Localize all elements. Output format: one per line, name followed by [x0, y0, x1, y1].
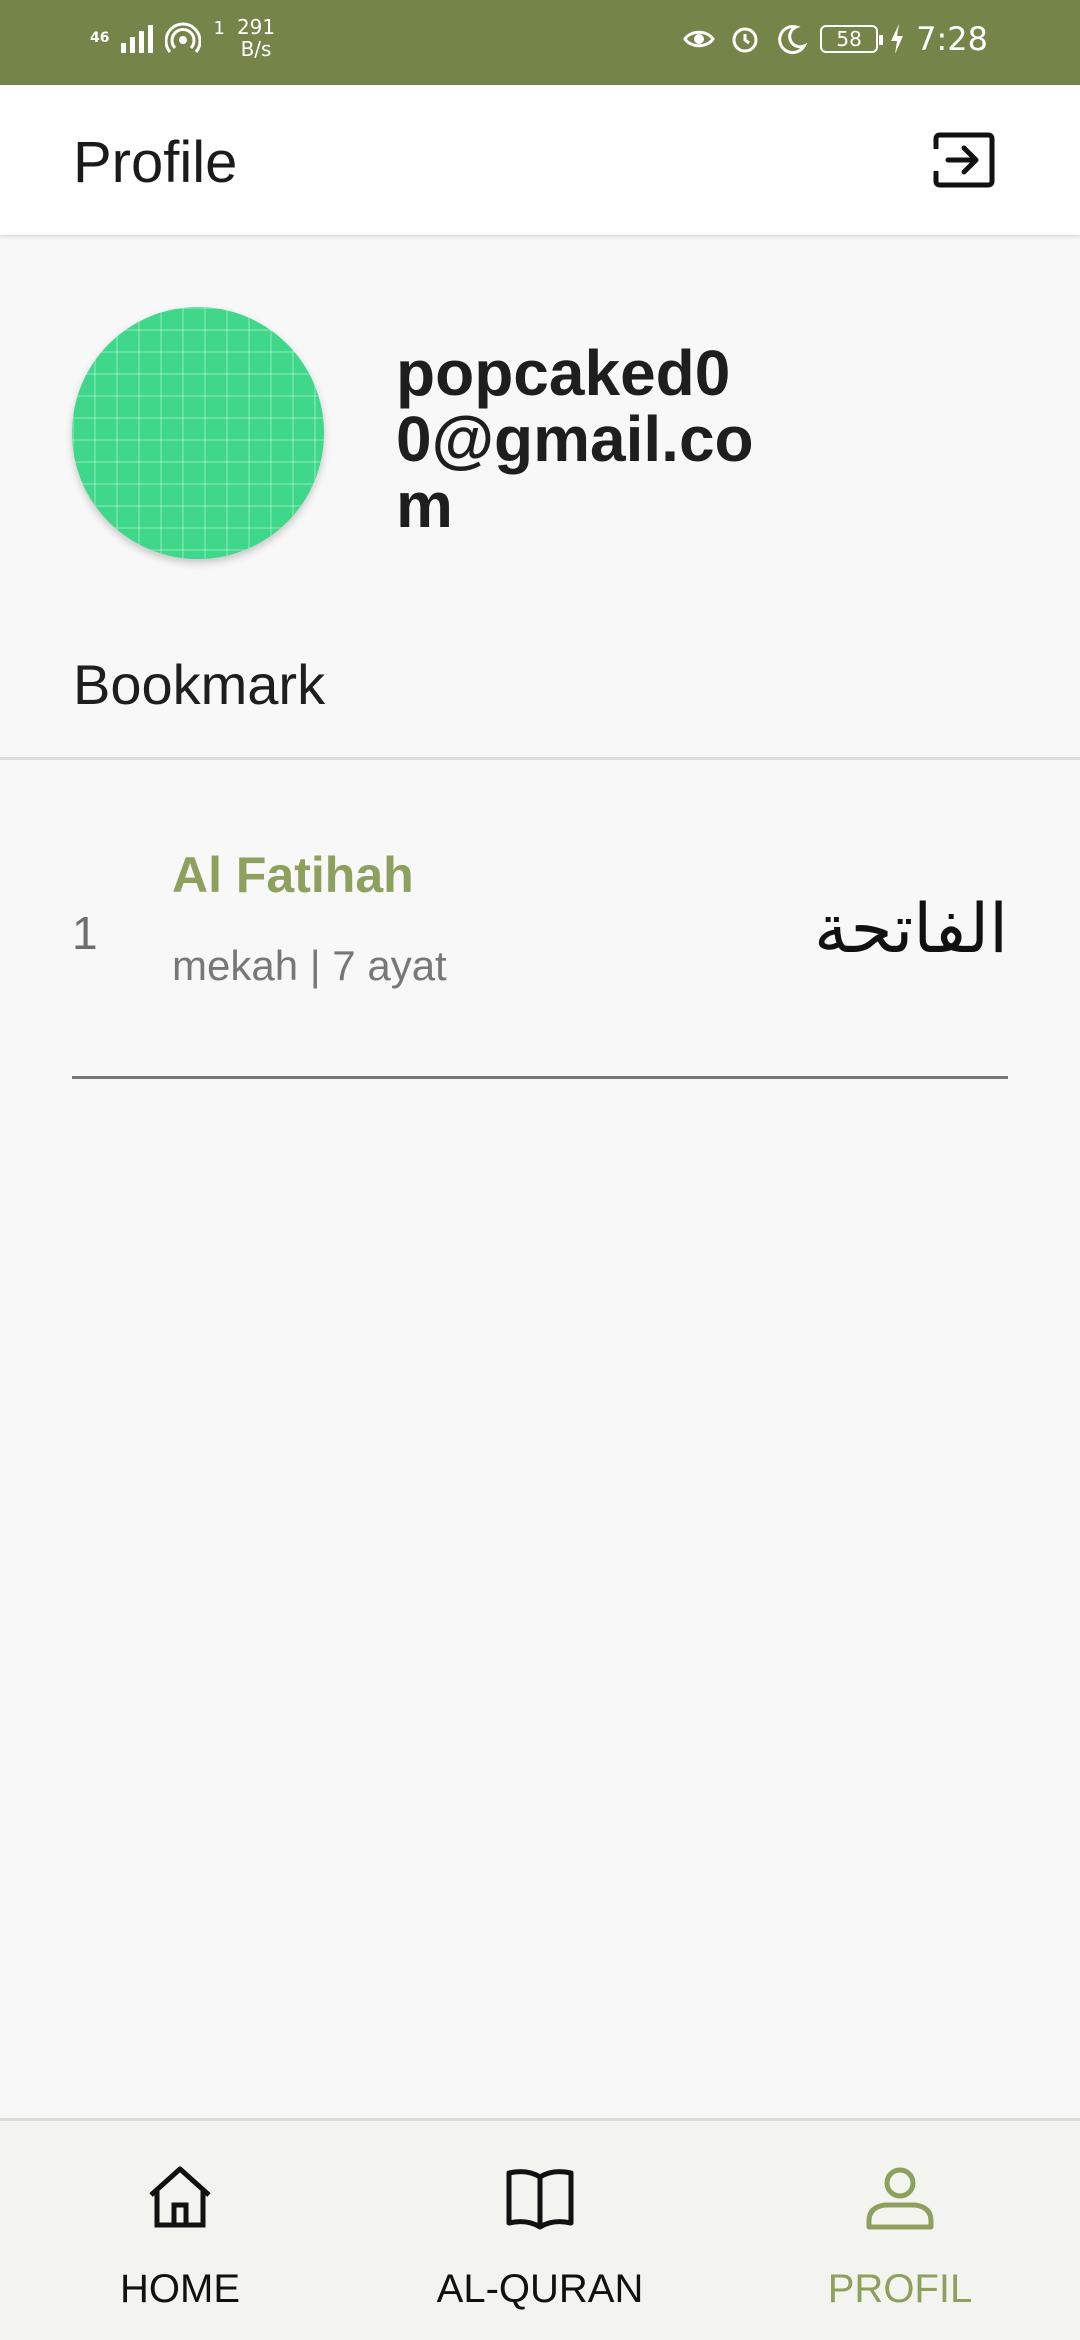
- eye-comfort-icon: [683, 30, 715, 48]
- nav-profil-label: PROFIL: [827, 2267, 973, 2311]
- user-icon: [866, 2167, 934, 2230]
- nav-profil[interactable]: PROFIL: [720, 2121, 1080, 2340]
- hotspot-count: 1: [213, 17, 225, 39]
- nav-home-label: HOME: [120, 2267, 240, 2311]
- app-bar: Profile: [0, 85, 1080, 235]
- charging-icon: [891, 24, 904, 54]
- user-email: popcaked00@gmail.com: [396, 337, 754, 541]
- page-title: Profile: [73, 130, 238, 195]
- hotspot-icon: [165, 22, 202, 53]
- bookmark-section-title: Bookmark: [73, 653, 326, 716]
- surah-meta: mekah | 7 ayat: [172, 942, 447, 989]
- status-left: 46 1 291 B/s: [90, 16, 275, 60]
- alarm-icon: [732, 27, 758, 53]
- surah-name: Al Fatihah: [172, 847, 414, 903]
- surah-arabic-name: الفاتحة: [813, 890, 1008, 969]
- book-icon: [506, 2169, 574, 2230]
- signal-icon: [121, 23, 154, 53]
- avatar: [72, 307, 324, 559]
- network-type: 46: [90, 29, 110, 46]
- status-right: 58 7:28: [682, 20, 988, 58]
- bookmark-item[interactable]: 1 Al Fatihah mekah | 7 ayat الفاتحة: [72, 830, 1008, 1080]
- moon-icon: [778, 25, 808, 55]
- nav-home[interactable]: HOME: [0, 2121, 360, 2340]
- speed-unit: B/s: [240, 37, 272, 61]
- divider: [0, 757, 1080, 760]
- clock: 7:28: [916, 20, 988, 58]
- speed-value: 291: [236, 15, 276, 39]
- nav-al-quran[interactable]: AL-QURAN: [360, 2121, 720, 2340]
- battery-icon: 58: [820, 25, 884, 53]
- bottom-navigation: HOME AL-QURAN PROFIL: [0, 2118, 1080, 2340]
- status-bar: 46 1 291 B/s 58 7:28: [0, 0, 1080, 85]
- network-speed: 291 B/s: [237, 16, 275, 60]
- nav-al-quran-label: AL-QURAN: [436, 2267, 644, 2311]
- surah-number: 1: [72, 907, 98, 959]
- logout-icon[interactable]: [930, 125, 1000, 195]
- home-icon: [149, 2166, 211, 2228]
- bookmark-divider: [72, 1076, 1008, 1079]
